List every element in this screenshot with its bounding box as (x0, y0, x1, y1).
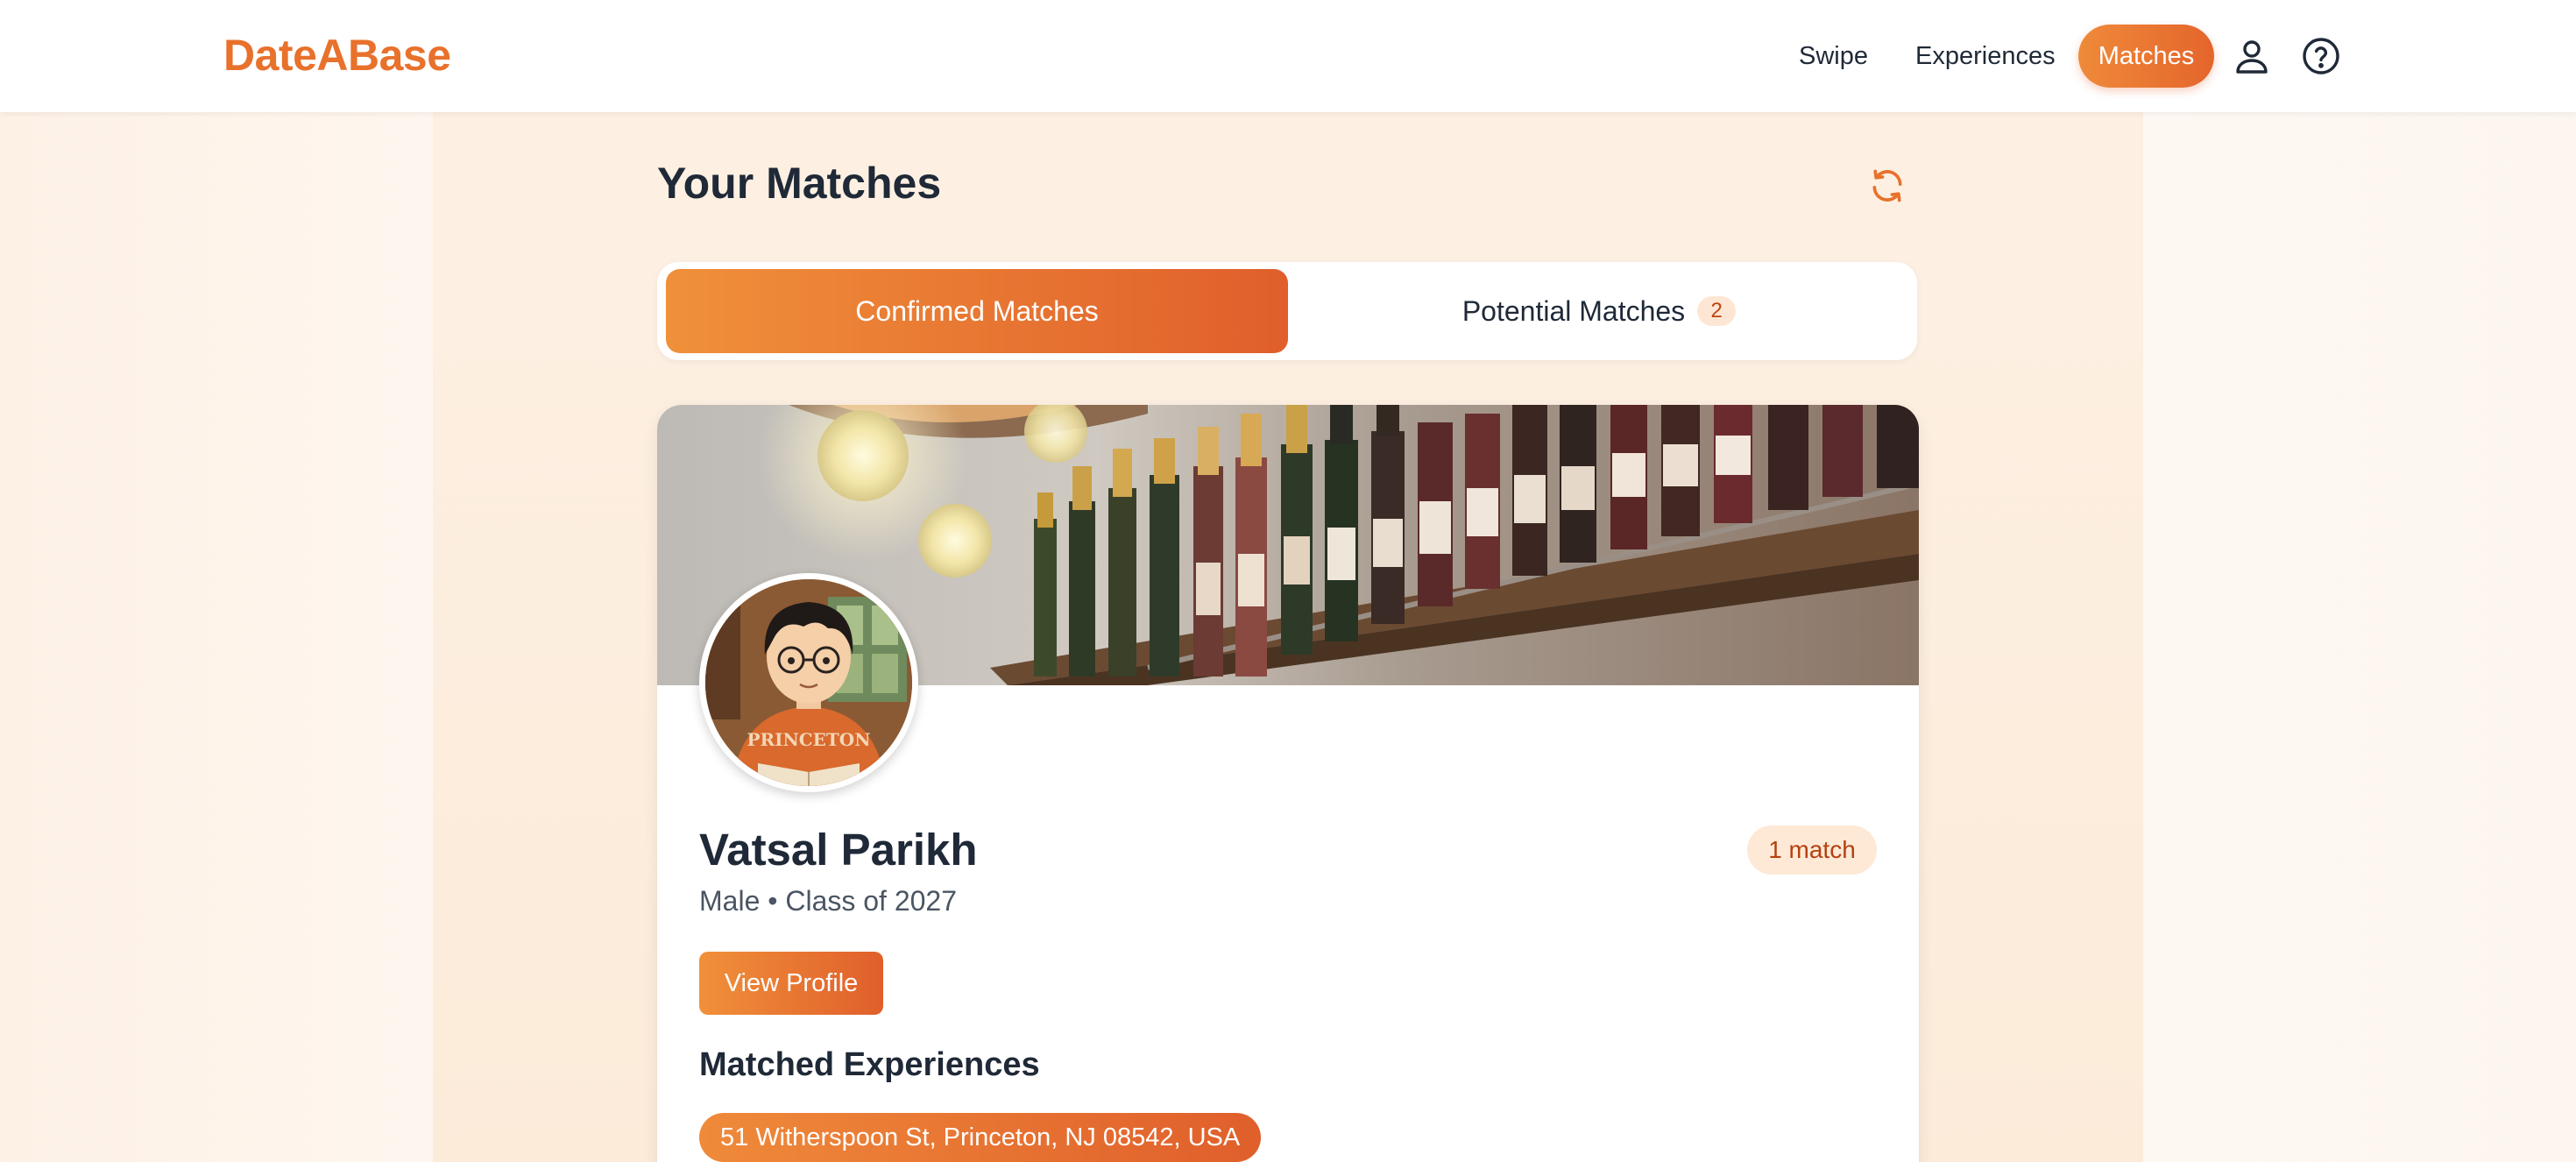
match-card: PRINCETON Vatsal Parikh Male • Class of … (657, 405, 1919, 1162)
nav-experiences[interactable]: Experiences (1915, 25, 2056, 88)
main-nav: Swipe Experiences Matches (0, 0, 2576, 112)
user-icon[interactable] (2231, 35, 2273, 77)
page-title: Your Matches (657, 159, 942, 208)
tab-confirmed-matches[interactable]: Confirmed Matches (666, 269, 1288, 353)
match-count-badge: 1 match (1747, 825, 1877, 875)
avatar-illustration: PRINCETON (705, 579, 912, 786)
refresh-icon[interactable] (1868, 167, 1907, 205)
matched-experiences-title: Matched Experiences (699, 1046, 1040, 1083)
avatar-shirt-text: PRINCETON (747, 729, 870, 750)
avatar[interactable]: PRINCETON (699, 573, 918, 792)
top-nav-bar: DateABase Swipe Experiences Matches (0, 0, 2576, 112)
experience-chip[interactable]: 51 Witherspoon St, Princeton, NJ 08542, … (699, 1113, 1262, 1162)
tab-potential-label: Potential Matches (1461, 295, 1686, 327)
nav-matches[interactable]: Matches (2078, 25, 2214, 88)
tab-potential-matches[interactable]: Potential Matches 2 (1288, 269, 1910, 353)
potential-count-badge: 2 (1697, 295, 1737, 326)
match-meta: Male • Class of 2027 (699, 885, 958, 917)
view-profile-button[interactable]: View Profile (699, 952, 883, 1015)
tab-confirmed-label: Confirmed Matches (855, 295, 1099, 327)
match-tabs: Confirmed Matches Potential Matches 2 (657, 262, 1917, 360)
match-name: Vatsal Parikh (699, 825, 978, 875)
help-icon[interactable] (2300, 35, 2342, 77)
nav-swipe[interactable]: Swipe (1799, 25, 1868, 88)
